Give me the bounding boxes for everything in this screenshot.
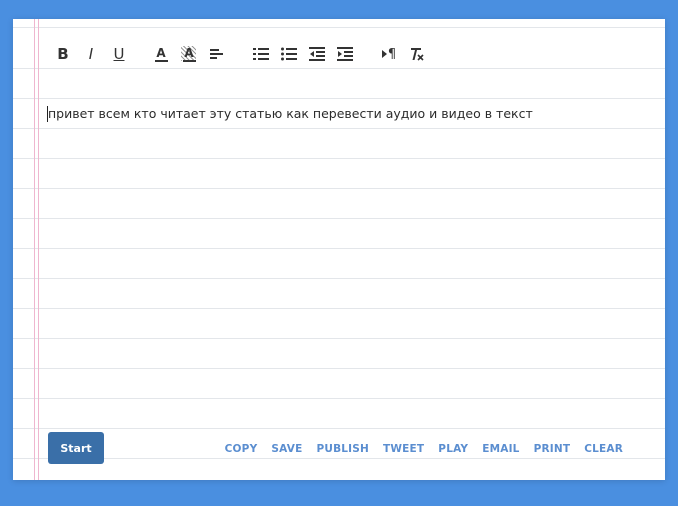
- bold-icon: B: [57, 44, 69, 63]
- print-link[interactable]: PRINT: [534, 443, 571, 455]
- editor-text: привет всем кто читает эту статью как пе…: [48, 106, 533, 121]
- bullet-list-icon: [281, 47, 297, 61]
- margin-line: [38, 19, 39, 480]
- email-link[interactable]: EMAIL: [482, 443, 519, 455]
- bold-button[interactable]: B: [52, 43, 74, 65]
- text-caret: [47, 106, 48, 122]
- margin-line: [34, 19, 35, 480]
- font-color-icon: A: [154, 45, 168, 62]
- play-link[interactable]: PLAY: [438, 443, 468, 455]
- underline-icon: U: [113, 44, 125, 63]
- indent-icon: [337, 47, 353, 61]
- ordered-list-icon: [253, 48, 269, 60]
- font-color-button[interactable]: A: [150, 43, 172, 65]
- publish-link[interactable]: PUBLISH: [316, 443, 369, 455]
- align-left-icon: [210, 49, 223, 59]
- ordered-list-button[interactable]: [250, 43, 272, 65]
- underline-button[interactable]: U: [108, 43, 130, 65]
- highlight-color-button[interactable]: A: [178, 43, 200, 65]
- outdent-icon: [309, 47, 325, 61]
- action-links: COPY SAVE PUBLISH TWEET PLAY EMAIL PRINT…: [225, 443, 623, 455]
- copy-link[interactable]: COPY: [225, 443, 258, 455]
- start-button[interactable]: Start: [48, 432, 104, 464]
- clear-formatting-button[interactable]: [406, 43, 428, 65]
- notepad-paper: B I U A A ¶ привет всем кто читает эту с…: [13, 19, 665, 480]
- text-direction-button[interactable]: ¶: [378, 43, 400, 65]
- paragraph-mark-icon: ¶: [381, 48, 396, 61]
- outdent-button[interactable]: [306, 43, 328, 65]
- bullet-list-button[interactable]: [278, 43, 300, 65]
- save-link[interactable]: SAVE: [271, 443, 302, 455]
- italic-icon: I: [88, 44, 94, 63]
- clear-formatting-icon: [411, 48, 424, 61]
- tweet-link[interactable]: TWEET: [383, 443, 424, 455]
- indent-button[interactable]: [334, 43, 356, 65]
- align-button[interactable]: [206, 43, 228, 65]
- italic-button[interactable]: I: [80, 43, 102, 65]
- highlight-color-icon: A: [180, 45, 196, 62]
- editor-text-area[interactable]: привет всем кто читает эту статью как пе…: [47, 106, 645, 122]
- clear-link[interactable]: CLEAR: [584, 443, 623, 455]
